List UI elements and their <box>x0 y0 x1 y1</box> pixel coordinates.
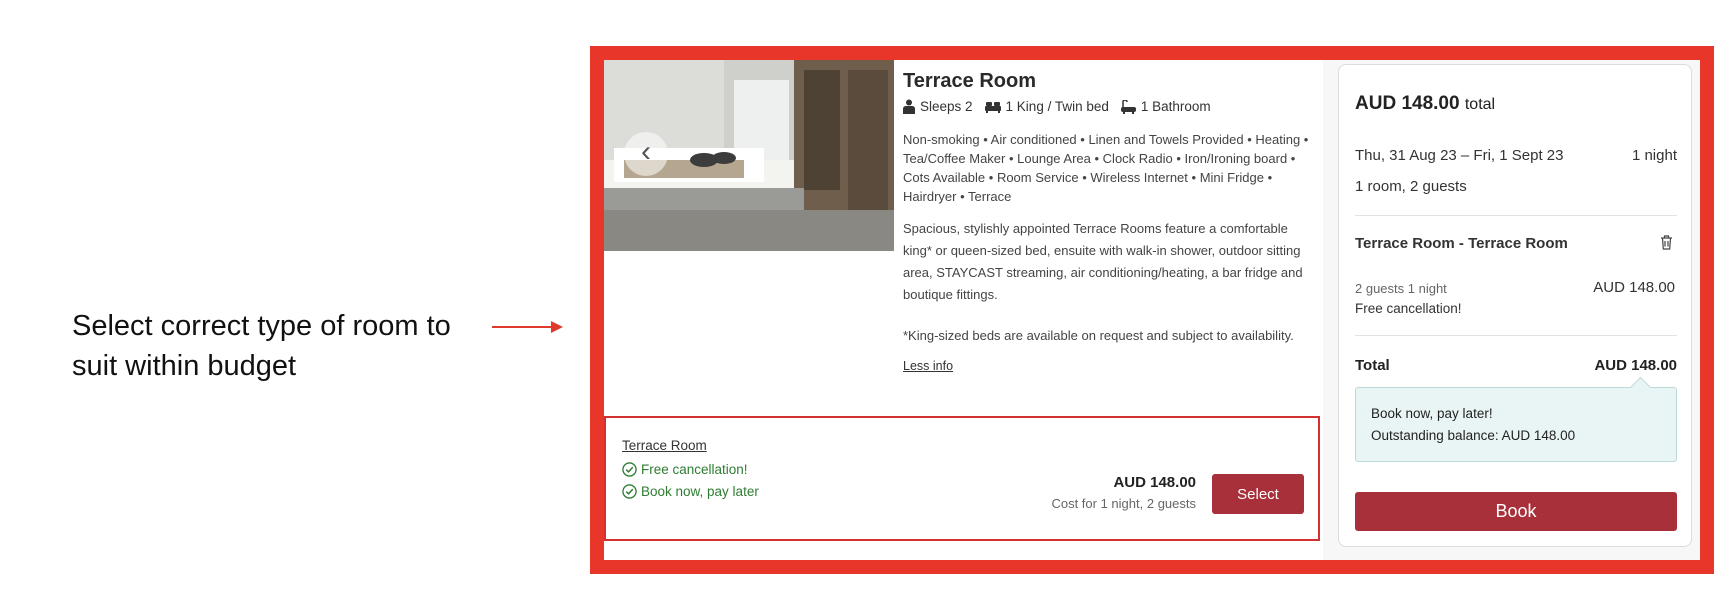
bathrooms-text: 1 Bathroom <box>1140 99 1211 114</box>
bed-note: *King-sized beds are available on reques… <box>903 328 1294 343</box>
annotation-arrow-head <box>551 321 563 333</box>
amenity-separator: • <box>1172 151 1185 166</box>
room-card: ‹ Terrace Room Sleeps 2 1 King / Twin be… <box>604 60 1323 560</box>
outstanding-balance: Outstanding balance: AUD 148.00 <box>1371 428 1576 443</box>
perk-pay-later: Book now, pay later <box>622 484 759 499</box>
carousel-prev-button[interactable]: ‹ <box>624 132 668 176</box>
amenity-item: Room Service <box>996 170 1079 185</box>
annotation-text: Select correct type of room to suit with… <box>72 310 451 382</box>
summary-total-suffix: total <box>1464 96 1496 113</box>
summary-guests-nights: 2 guests 1 night <box>1355 281 1447 296</box>
pay-later-box: Book now, pay later! Outstanding balance… <box>1355 387 1677 462</box>
summary-total-heading: AUD 148.00 total <box>1355 93 1495 115</box>
rate-option: Terrace Room Free cancellation! Book now… <box>604 416 1320 541</box>
trash-icon[interactable] <box>1660 235 1673 250</box>
amenity-item: Heating <box>1255 132 1301 147</box>
booking-panel: ‹ Terrace Room Sleeps 2 1 King / Twin be… <box>604 60 1700 560</box>
summary-total-amount: AUD 148.00 <box>1355 93 1460 114</box>
bed-icon <box>984 101 1001 113</box>
amenity-item: Cots Available <box>903 170 986 185</box>
room-specs: Sleeps 2 1 King / Twin bed 1 Bathroom <box>903 99 1313 114</box>
summary-total-value: AUD 148.00 <box>1594 357 1677 374</box>
bathtub-icon <box>1120 99 1136 114</box>
highlight-frame: ‹ Terrace Room Sleeps 2 1 King / Twin be… <box>590 46 1714 574</box>
room-title: Terrace Room <box>903 70 1037 92</box>
person-icon <box>903 99 915 114</box>
amenity-item: Non-smoking <box>903 132 980 147</box>
beds-text: 1 King / Twin bed <box>1005 99 1109 114</box>
summary-dates: Thu, 31 Aug 23 – Fri, 1 Sept 23 <box>1355 147 1564 164</box>
check-circle-icon <box>622 462 637 477</box>
amenity-item: Linen and Towels Provided <box>1088 132 1244 147</box>
perk-label: Free cancellation! <box>641 462 748 477</box>
amenity-separator: • <box>1243 132 1256 147</box>
amenity-separator: • <box>1187 170 1200 185</box>
less-info-link[interactable]: Less info <box>903 359 953 373</box>
amenity-item: Iron/Ironing board <box>1184 151 1288 166</box>
chevron-left-icon: ‹ <box>641 135 651 168</box>
room-photo: ‹ <box>604 60 894 251</box>
rate-price-subtext: Cost for 1 night, 2 guests <box>1051 496 1196 511</box>
amenity-item: Mini Fridge <box>1199 170 1264 185</box>
summary-rooms-guests: 1 room, 2 guests <box>1355 178 1467 195</box>
amenity-separator: • <box>1005 151 1018 166</box>
amenity-separator: • <box>1300 132 1309 147</box>
amenity-separator: • <box>1090 151 1103 166</box>
amenity-separator: • <box>979 132 991 147</box>
rate-price: AUD 148.00 <box>1113 474 1196 491</box>
amenity-item: Clock Radio <box>1102 151 1173 166</box>
summary-line-price: AUD 148.00 <box>1593 279 1675 296</box>
select-button[interactable]: Select <box>1212 474 1304 514</box>
perk-free-cancellation: Free cancellation! <box>622 462 748 477</box>
room-info: Terrace Room Sleeps 2 1 King / Twin bed <box>903 70 1313 375</box>
summary-total-label: Total <box>1355 357 1390 374</box>
amenity-separator: • <box>985 170 997 185</box>
amenity-separator: • <box>1076 132 1089 147</box>
spec-sleeps: Sleeps 2 <box>903 99 973 114</box>
spec-bathrooms: 1 Bathroom <box>1120 99 1211 114</box>
amenity-item: Lounge Area <box>1017 151 1091 166</box>
divider <box>1355 335 1677 336</box>
check-circle-icon <box>622 484 637 499</box>
amenity-separator: • <box>1078 170 1091 185</box>
amenity-separator: • <box>1263 170 1273 185</box>
annotation-arrow <box>492 326 554 328</box>
summary-cancellation: Free cancellation! <box>1355 301 1462 316</box>
amenities-list: Non-smoking • Air conditioned • Linen an… <box>903 130 1313 206</box>
amenity-item: Terrace <box>968 189 1012 204</box>
amenity-separator: • <box>1287 151 1296 166</box>
perk-label: Book now, pay later <box>641 484 759 499</box>
amenity-item: Air conditioned <box>990 132 1077 147</box>
room-description: Spacious, stylishly appointed Terrace Ro… <box>903 221 1303 302</box>
pay-later-title: Book now, pay later! <box>1371 406 1493 421</box>
amenity-item: Tea/Coffee Maker <box>903 151 1006 166</box>
spec-beds: 1 King / Twin bed <box>984 99 1109 114</box>
amenity-item: Hairdryer <box>903 189 957 204</box>
divider <box>1355 215 1677 216</box>
amenity-separator: • <box>956 189 969 204</box>
book-button[interactable]: Book <box>1355 492 1677 531</box>
sleeps-text: Sleeps 2 <box>920 99 973 114</box>
rate-name-link[interactable]: Terrace Room <box>622 438 707 453</box>
amenity-item: Wireless Internet <box>1090 170 1188 185</box>
summary-room-line: Terrace Room - Terrace Room <box>1355 235 1568 252</box>
summary-nights: 1 night <box>1631 147 1677 164</box>
booking-summary: AUD 148.00 total Thu, 31 Aug 23 – Fri, 1… <box>1338 64 1692 547</box>
